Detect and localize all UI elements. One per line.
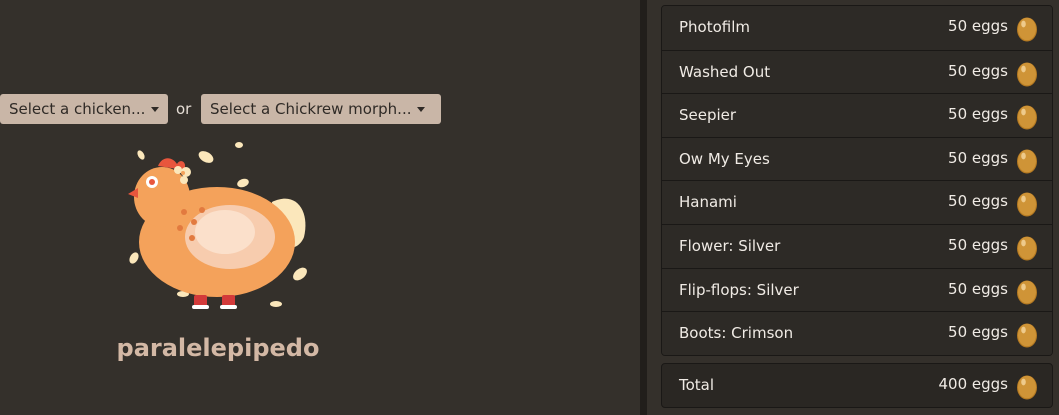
item-price: 50 eggs [948, 235, 1008, 254]
list-item: Hanami 50 eggs [662, 180, 1052, 224]
item-name: Flip-flops: Silver [679, 280, 799, 299]
item-price: 50 eggs [948, 323, 1008, 342]
chicken-icon [128, 142, 307, 309]
select-chicken-label: Select a chicken... [9, 100, 146, 118]
select-morph-label: Select a Chickrew morph... [210, 100, 412, 118]
egg-icon [1016, 102, 1038, 130]
list-item: Flower: Silver 50 eggs [662, 223, 1052, 268]
total-row: Total 400 eggs [661, 363, 1053, 408]
list-item: Seepier 50 eggs [662, 93, 1052, 137]
item-price: 50 eggs [948, 148, 1008, 167]
chicken-preview-panel: Select a chicken... or Select a Chickrew… [0, 0, 640, 415]
list-item: Flip-flops: Silver 50 eggs [662, 267, 1052, 312]
select-chicken-dropdown[interactable]: Select a chicken... [0, 94, 168, 124]
cost-summary-panel: Photofilm 50 eggs Washed Out 50 eggs See… [647, 0, 1059, 415]
caret-down-icon [417, 107, 426, 112]
item-name: Ow My Eyes [679, 149, 770, 168]
caret-down-icon [151, 107, 160, 112]
item-price: 50 eggs [948, 279, 1008, 298]
item-name: Hanami [679, 193, 737, 212]
egg-icon [1016, 233, 1038, 261]
egg-icon [1016, 59, 1038, 87]
item-name: Photofilm [679, 18, 751, 36]
panel-divider [640, 0, 647, 415]
egg-icon [1016, 320, 1038, 348]
or-label: or [176, 100, 192, 118]
chicken-name: paralelepipedo [116, 334, 320, 362]
total-label: Total [679, 376, 715, 394]
egg-icon [1016, 372, 1038, 400]
egg-icon [1016, 189, 1038, 217]
list-item: Photofilm 50 eggs [662, 6, 1052, 50]
item-name: Flower: Silver [679, 236, 781, 255]
total-price: 400 eggs [938, 375, 1009, 393]
egg-icon [1016, 277, 1038, 305]
item-name: Washed Out [679, 62, 771, 81]
list-item: Washed Out 50 eggs [662, 49, 1052, 94]
item-name: Seepier [679, 106, 737, 125]
egg-icon [1016, 14, 1038, 42]
item-price: 50 eggs [948, 192, 1008, 211]
item-list: Photofilm 50 eggs Washed Out 50 eggs See… [661, 5, 1053, 356]
item-price: 50 eggs [948, 17, 1008, 35]
list-item: Ow My Eyes 50 eggs [662, 136, 1052, 181]
item-price: 50 eggs [948, 105, 1008, 124]
item-name: Boots: Crimson [679, 324, 794, 343]
list-item: Boots: Crimson 50 eggs [662, 311, 1052, 355]
item-price: 50 eggs [948, 61, 1008, 80]
select-morph-dropdown[interactable]: Select a Chickrew morph... [201, 94, 441, 124]
egg-icon [1016, 146, 1038, 174]
